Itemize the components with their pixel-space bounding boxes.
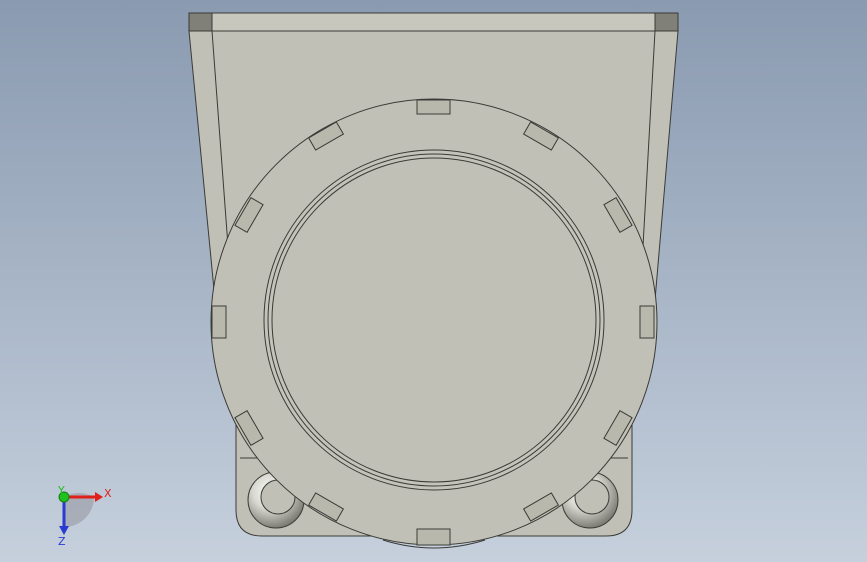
- graphics-viewport[interactable]: X Y Z: [0, 0, 867, 562]
- tab-top: [416, 99, 451, 115]
- top-flange-face: [188, 12, 679, 32]
- tab-right: [639, 305, 655, 339]
- z-axis-label: Z: [58, 535, 66, 548]
- top-flange-right-corner: [654, 12, 679, 32]
- inner-face: [271, 157, 597, 483]
- tab-left: [211, 305, 227, 339]
- x-axis-arrow: [95, 492, 103, 502]
- coordinate-triad: X Y Z: [57, 484, 112, 548]
- z-axis-arrow: [59, 526, 69, 535]
- top-flange: [188, 12, 679, 32]
- x-axis-label: X: [104, 487, 112, 500]
- y-axis-label: Y: [57, 484, 65, 497]
- model-view[interactable]: X Y Z: [0, 0, 867, 562]
- top-flange-left-corner: [188, 12, 213, 32]
- tab-bottom: [416, 528, 451, 546]
